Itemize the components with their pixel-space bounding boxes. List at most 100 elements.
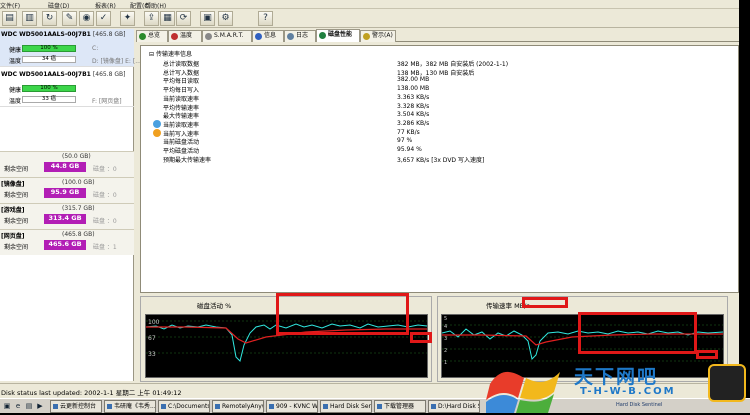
info-row-value: 138 MB，130 MB 自安装后	[397, 69, 475, 77]
watermark-title: 天下网吧	[574, 366, 659, 388]
info-row-value: 3,657 KB/s [3x DVD 写入速度]	[397, 156, 485, 164]
transfer-y-tick: 1	[444, 360, 447, 366]
refresh-icon[interactable]: ↻	[42, 11, 57, 26]
report-icon[interactable]: ▦	[160, 11, 175, 26]
info-row-label: 平均磁盘活动	[163, 148, 200, 155]
check-icon[interactable]: ✓	[96, 11, 111, 26]
disk-title: WDC WD5001AALS-00J7B1 [465.8 GB]	[1, 71, 126, 78]
series-legend-dot	[153, 128, 161, 137]
activity-y-tick: 33	[148, 351, 156, 358]
volume-name: [网页盘]	[1, 233, 25, 240]
wizard-icon[interactable]: ✎	[62, 11, 77, 26]
volume-item-2[interactable]: [游戏盘] (315.7 GB) 剩余空间 313.4 GB 磁盘 ：0	[0, 203, 134, 229]
activity-y-tick: 100	[148, 319, 160, 326]
highlight-box	[410, 332, 432, 343]
tab-smart[interactable]: S.M.A.R.T.	[202, 30, 252, 42]
info-row-label: 平均每日读取	[163, 78, 200, 86]
taskbar-button[interactable]: 韦研庵《韦秀...	[104, 400, 156, 413]
info-row-value: 97 %	[397, 137, 413, 145]
explorer-icon[interactable]: ▤	[24, 401, 34, 411]
thermometer-icon	[171, 33, 178, 40]
volume-size: (465.8 GB)	[62, 231, 95, 238]
info-row-label: 总计读取数据	[163, 61, 200, 68]
info-row-label: 预期最大传输速率	[163, 156, 212, 164]
tab-strip: 总览 温度 S.M.A.R.T. 信息 日志 磁盘性能 警示(A)	[136, 29, 739, 42]
free-space-bar: 313.4 GB	[44, 214, 86, 224]
ie-icon[interactable]: e	[13, 401, 23, 411]
main-window: 文件(F) 磁盘(D) 报表(R) 配置(C) 帮助(H) ▤ ▥ ↻ ✎ ◉ …	[0, 0, 739, 398]
info-row-label: 最大传输速率	[163, 113, 200, 121]
taskbar-button[interactable]: D:\Hard Disk S...	[428, 400, 480, 413]
disk-title: WDC WD5001AALS-00J7B1 [465.8 GB]	[1, 31, 126, 38]
free-space-label: 剩余空间	[4, 192, 29, 199]
smart-icon	[205, 33, 212, 40]
taskbar-button[interactable]: 909 - KVNC We...	[266, 400, 318, 413]
info-row-label: 当前读取速率	[163, 95, 200, 103]
partition-list: C:	[92, 45, 99, 52]
tab-overview[interactable]: 总览	[136, 30, 168, 42]
free-space-label: 剩余空间	[4, 244, 29, 251]
free-space-label: 剩余空间	[4, 166, 29, 173]
activity-y-tick: 67	[148, 335, 156, 342]
info-row-value: 77 KB/s	[397, 128, 420, 136]
tab-temperature[interactable]: 温度	[168, 30, 202, 42]
info-row-value: 138.00 MB	[397, 85, 430, 93]
free-space-bar: 44.8 GB	[44, 162, 86, 172]
taskbar-button[interactable]: C:\Documents ...	[158, 400, 210, 413]
highlight-box	[522, 297, 568, 308]
info-row-value: 95.94 %	[397, 146, 422, 153]
open-icon[interactable]: ▤	[2, 11, 17, 26]
alert-icon	[363, 33, 370, 40]
info-row-value: 3.504 KB/s	[397, 111, 430, 119]
volume-size: (100.0 GB)	[62, 179, 95, 186]
media-icon[interactable]: ▶	[35, 401, 45, 411]
disk-list-panel: WDC WD5001AALS-00J7B1 [465.8 GB] 健康： 100…	[0, 29, 143, 381]
info-row-label: 当前磁盘活动	[163, 139, 200, 147]
taskbar-button[interactable]: RemotelyAnyw...	[212, 400, 264, 413]
tab-alerts[interactable]: 警示(A)	[360, 30, 396, 42]
export-icon[interactable]: ⇪	[144, 11, 159, 26]
transfer-info-panel: ⊟ 传输速率信息 总计读取数据 382 MB，382 MB 自安装后 (2002-…	[140, 45, 739, 293]
volume-item-0[interactable]: (50.0 GB) 剩余空间 44.8 GB 磁盘 ：0	[0, 151, 134, 177]
transfer-y-tick: 5	[444, 316, 447, 322]
taskbar-button[interactable]: 云更新控制台	[50, 400, 102, 413]
info-row-label: 平均每日写入	[163, 87, 200, 95]
info-row-label: 当前写入速率	[163, 130, 200, 138]
taskbar-button[interactable]: Hard Disk Senti...	[320, 400, 372, 413]
info-icon	[255, 33, 262, 40]
info-title: ⊟ 传输速率信息	[149, 51, 192, 58]
info-row-value: 3.328 KB/s	[397, 102, 430, 110]
tab-performance[interactable]: 磁盘性能	[316, 29, 360, 42]
partition-list: F: [网页盘]	[92, 98, 122, 105]
watermark: 天下网吧 T-H-W-B.COM Hard Disk Sentinel	[486, 358, 750, 413]
tab-log[interactable]: 日志	[284, 30, 316, 42]
volume-size: (50.0 GB)	[62, 153, 91, 160]
sync-icon[interactable]: ⟳	[176, 11, 191, 26]
volume-item-1[interactable]: [镜像盘] (100.0 GB) 剩余空间 95.9 GB 磁盘 ：0	[0, 177, 134, 203]
temp-box: 33 癌	[22, 96, 76, 103]
volume-disk-index: 磁盘 ：0	[93, 218, 117, 225]
disk-item-1[interactable]: WDC WD5001AALS-00J7B1 [465.8 GB] 健康： 100…	[0, 69, 134, 107]
show-desktop-icon[interactable]: ▣	[2, 401, 12, 411]
disk-item-0[interactable]: WDC WD5001AALS-00J7B1 [465.8 GB] 健康： 100…	[0, 29, 143, 67]
info-row-value: 382 MB，382 MB 自安装后 (2002-1-1)	[397, 61, 509, 68]
activity-chart-title: 磁盘活动 %	[197, 302, 232, 310]
help-icon[interactable]: ?	[258, 11, 273, 26]
screen-border	[739, 0, 750, 398]
volume-disk-index: 磁盘 ：0	[93, 192, 117, 199]
volume-item-3[interactable]: [网页盘] (465.8 GB) 剩余空间 465.6 GB 磁盘 ：1	[0, 229, 134, 255]
windows-logo-icon	[486, 371, 560, 413]
highlight-box	[578, 312, 697, 354]
settings-icon[interactable]: ⚙	[218, 11, 233, 26]
volume-disk-index: 磁盘 ：1	[93, 244, 117, 251]
partition-list: D: [镜像盘] E: [...]	[92, 58, 144, 65]
disk-icon[interactable]: ◉	[79, 11, 94, 26]
network-icon[interactable]: ▣	[200, 11, 215, 26]
volume-name: [镜像盘]	[1, 181, 25, 188]
tab-info[interactable]: 信息	[252, 30, 284, 42]
save-icon[interactable]: ▥	[22, 11, 37, 26]
series-legend-dot	[153, 119, 161, 128]
taskbar-button[interactable]: 下载管理器	[374, 400, 426, 413]
transfer-y-tick: 3	[444, 336, 447, 342]
tools-icon[interactable]: ✦	[120, 11, 135, 26]
